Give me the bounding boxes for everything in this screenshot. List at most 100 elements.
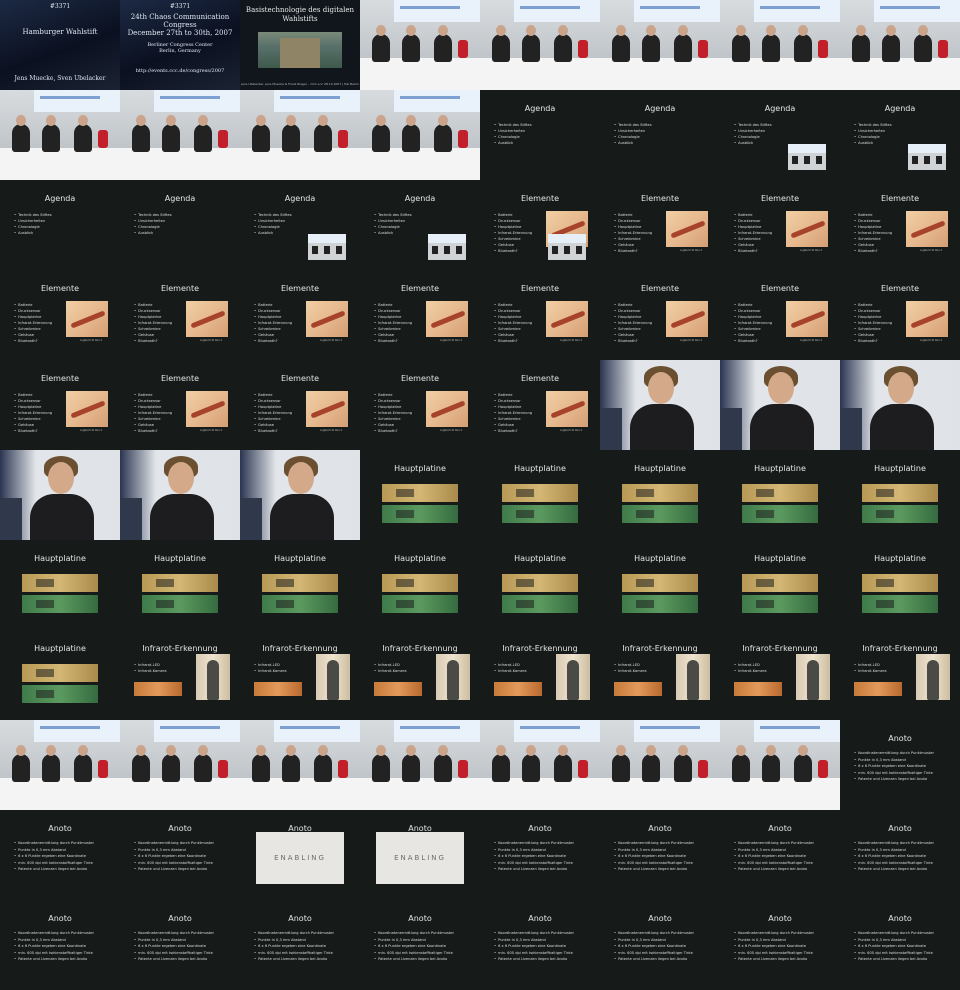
thumbnail-slide-infrarot[interactable]: Infrarot-Erkennung Infrarot-LEDInfrarot-K… (600, 630, 720, 720)
thumbnail-panel-shot[interactable] (240, 90, 360, 180)
thumbnail-panel-shot[interactable] (0, 90, 120, 180)
thumbnail-slide-hauptplatine[interactable]: Hauptplatine (0, 540, 120, 630)
thumbnail-panel-shot[interactable] (600, 720, 720, 810)
thumbnail-slide-anoto[interactable]: Anoto Koordinatenermittlung durch Punktmu… (0, 810, 120, 900)
pen-photo-caption: Logitech IO Pen 2 (800, 339, 822, 342)
thumbnail-panel-shot[interactable] (360, 0, 480, 90)
thumbnail-slide-anoto[interactable]: Anoto Koordinatenermittlung durch Punktmu… (600, 900, 720, 990)
thumbnail-slide-hauptplatine[interactable]: Hauptplatine (240, 540, 360, 630)
thumbnail-slide-elemente[interactable]: Elemente BatterieDrucksensorHauptplatineI… (480, 180, 600, 270)
thumbnail-slide-anoto[interactable]: Anoto Koordinatenermittlung durch Punktmu… (840, 720, 960, 810)
thumbnail-slide-agenda[interactable]: Agenda Technik des StiftesUnsicherheitenC… (240, 180, 360, 270)
thumbnail-slide-elemente[interactable]: Elemente BatterieDrucksensorHauptplatineI… (720, 180, 840, 270)
thumbnail-congress-slide[interactable]: #3371 24th Chaos Communication Congress D… (120, 0, 240, 90)
thumbnail-speaker-closeup[interactable] (0, 450, 120, 540)
thumbnail-slide-infrarot[interactable]: Infrarot-Erkennung Infrarot-LEDInfrarot-K… (480, 630, 600, 720)
thumbnail-slide-hauptplatine[interactable]: Hauptplatine (720, 450, 840, 540)
thumbnail-slide-anoto[interactable]: Anoto Koordinatenermittlung durch Punktmu… (120, 810, 240, 900)
thumbnail-slide-agenda[interactable]: Agenda Technik des StiftesUnsicherheitenC… (120, 180, 240, 270)
thumbnail-slide-anoto[interactable]: Anoto Koordinatenermittlung durch Punktmu… (720, 900, 840, 990)
thumbnail-speaker-closeup[interactable] (120, 450, 240, 540)
thumbnail-panel-shot[interactable] (720, 0, 840, 90)
thumbnail-slide-anoto[interactable]: Anoto Koordinatenermittlung durch Punktmu… (480, 900, 600, 990)
thumbnail-panel-shot[interactable] (720, 720, 840, 810)
thumbnail-slide-hauptplatine[interactable]: Hauptplatine (600, 540, 720, 630)
thumbnail-slide-elemente[interactable]: Elemente BatterieDrucksensorHauptplatineI… (120, 270, 240, 360)
thumbnail-slide-elemente[interactable]: Elemente BatterieDrucksensorHauptplatineI… (120, 360, 240, 450)
thumbnail-panel-shot[interactable] (360, 90, 480, 180)
slide-title: Elemente (880, 284, 920, 293)
thumbnail-slide-infrarot[interactable]: Infrarot-Erkennung Infrarot-LEDInfrarot-K… (240, 630, 360, 720)
thumbnail-panel-shot[interactable] (600, 0, 720, 90)
thumbnail-slide-elemente[interactable]: Elemente BatterieDrucksensorHauptplatineI… (480, 360, 600, 450)
thumbnail-panel-shot[interactable] (120, 720, 240, 810)
panel-shot-screen (514, 720, 600, 742)
thumbnail-slide-hauptplatine[interactable]: Hauptplatine (600, 450, 720, 540)
thumbnail-panel-shot[interactable] (0, 720, 120, 810)
thumbnail-speaker-closeup[interactable] (240, 450, 360, 540)
thumbnail-slide-agenda[interactable]: Agenda Technik des StiftesUnsicherheitenC… (480, 90, 600, 180)
thumbnail-speaker-closeup[interactable] (600, 360, 720, 450)
thumbnail-panel-shot[interactable] (840, 0, 960, 90)
thumbnail-slide-anoto[interactable]: Anoto Koordinatenermittlung durch Punktmu… (120, 900, 240, 990)
thumbnail-speaker-closeup[interactable] (720, 360, 840, 450)
thumbnail-title-slide[interactable]: Basistechnologie des digitalen Wahlstift… (240, 0, 360, 90)
thumbnail-slide-elemente[interactable]: Elemente BatterieDrucksensorHauptplatineI… (240, 270, 360, 360)
thumbnail-intro-slide[interactable]: #3371 Hamburger Wahlstift Jens Muecke, Sve… (0, 0, 120, 90)
circuit-board-top-photo (502, 484, 578, 502)
thumbnail-slide-elemente[interactable]: Elemente BatterieDrucksensorHauptplatineI… (240, 360, 360, 450)
thumbnail-slide-infrarot[interactable]: Infrarot-Erkennung Infrarot-LEDInfrarot-K… (120, 630, 240, 720)
anoto-bullet-item: Koordinatenermittlung durch Punktmuster (854, 840, 934, 847)
thumbnail-slide-hauptplatine[interactable]: Hauptplatine (840, 540, 960, 630)
thumbnail-panel-shot[interactable] (480, 0, 600, 90)
thumbnail-slide-infrarot[interactable]: Infrarot-Erkennung Infrarot-LEDInfrarot-K… (840, 630, 960, 720)
panel-shot-table (240, 778, 360, 810)
thumbnail-slide-hauptplatine[interactable]: Hauptplatine (360, 540, 480, 630)
thumbnail-slide-hauptplatine[interactable]: Hauptplatine (480, 450, 600, 540)
thumbnail-slide-anoto[interactable]: Anoto ENABLING (240, 810, 360, 900)
thumbnail-slide-hauptplatine[interactable]: Hauptplatine (480, 540, 600, 630)
thumbnail-panel-shot[interactable] (120, 90, 240, 180)
thumbnail-slide-hauptplatine[interactable]: Hauptplatine (120, 540, 240, 630)
thumbnail-slide-hauptplatine[interactable]: Hauptplatine (360, 450, 480, 540)
thumbnail-slide-anoto[interactable]: Anoto Koordinatenermittlung durch Punktmu… (840, 810, 960, 900)
thumbnail-slide-agenda[interactable]: Agenda Technik des StiftesUnsicherheitenC… (720, 90, 840, 180)
thumbnail-slide-elemente[interactable]: Elemente BatterieDrucksensorHauptplatineI… (600, 270, 720, 360)
thumbnail-slide-hauptplatine[interactable]: Hauptplatine (840, 450, 960, 540)
thumbnail-slide-anoto[interactable]: Anoto Koordinatenermittlung durch Punktmu… (240, 900, 360, 990)
thumbnail-panel-shot[interactable] (480, 720, 600, 810)
thumbnail-slide-hauptplatine[interactable]: Hauptplatine (0, 630, 120, 720)
thumbnail-slide-elemente[interactable]: Elemente BatterieDrucksensorHauptplatineI… (0, 270, 120, 360)
thumbnail-slide-elemente[interactable]: Elemente BatterieDrucksensorHauptplatineI… (360, 360, 480, 450)
thumbnail-slide-hauptplatine[interactable]: Hauptplatine (720, 540, 840, 630)
panel-shot-screen (874, 0, 960, 22)
thumbnail-slide-elemente[interactable]: Elemente BatterieDrucksensorHauptplatineI… (0, 360, 120, 450)
slide-title: Agenda (284, 194, 316, 203)
thumbnail-slide-agenda[interactable]: Agenda Technik des StiftesUnsicherheitenC… (840, 90, 960, 180)
anoto-bullet-item: Patente und Lizenzen liegen bei Anoto (134, 866, 214, 873)
thumbnail-slide-elemente[interactable]: Elemente BatterieDrucksensorHauptplatineI… (840, 270, 960, 360)
thumbnail-slide-anoto[interactable]: Anoto Koordinatenermittlung durch Punktmu… (480, 810, 600, 900)
elemente-bullet-item: Bluetooth? (14, 428, 52, 434)
thumbnail-slide-agenda[interactable]: Agenda Technik des StiftesUnsicherheitenC… (600, 90, 720, 180)
agenda-bullet-item: Ausblick (854, 140, 892, 146)
thumbnail-panel-shot[interactable] (240, 720, 360, 810)
thumbnail-slide-elemente[interactable]: Elemente BatterieDrucksensorHauptplatineI… (480, 270, 600, 360)
thumbnail-slide-elemente[interactable]: Elemente BatterieDrucksensorHauptplatineI… (840, 180, 960, 270)
thumbnail-slide-elemente[interactable]: Elemente BatterieDrucksensorHauptplatineI… (600, 180, 720, 270)
thumbnail-slide-agenda[interactable]: Agenda Technik des StiftesUnsicherheitenC… (0, 180, 120, 270)
thumbnail-slide-elemente[interactable]: Elemente BatterieDrucksensorHauptplatineI… (360, 270, 480, 360)
thumbnail-speaker-closeup[interactable] (840, 360, 960, 450)
thumbnail-slide-anoto[interactable]: Anoto ENABLING (360, 810, 480, 900)
thumbnail-slide-anoto[interactable]: Anoto Koordinatenermittlung durch Punktmu… (360, 900, 480, 990)
thumbnail-slide-infrarot[interactable]: Infrarot-Erkennung Infrarot-LEDInfrarot-K… (360, 630, 480, 720)
thumbnail-slide-anoto[interactable]: Anoto Koordinatenermittlung durch Punktmu… (600, 810, 720, 900)
thumbnail-slide-anoto[interactable]: Anoto Koordinatenermittlung durch Punktmu… (0, 900, 120, 990)
thumbnail-slide-anoto[interactable]: Anoto Koordinatenermittlung durch Punktmu… (840, 900, 960, 990)
thumbnail-slide-agenda[interactable]: Agenda Technik des StiftesUnsicherheitenC… (360, 180, 480, 270)
thumbnail-slide-infrarot[interactable]: Infrarot-Erkennung Infrarot-LEDInfrarot-K… (720, 630, 840, 720)
thumbnail-slide-elemente[interactable]: Elemente BatterieDrucksensorHauptplatineI… (720, 270, 840, 360)
thumbnail-slide-anoto[interactable]: Anoto Koordinatenermittlung durch Punktmu… (720, 810, 840, 900)
thumbnail-panel-shot[interactable] (360, 720, 480, 810)
anoto-bullet-item: Patente und Lizenzen liegen bei Anoto (494, 866, 574, 873)
